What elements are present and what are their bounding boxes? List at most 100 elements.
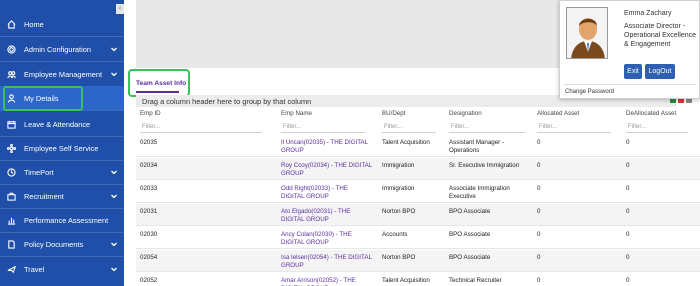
sidebar-item-label: Leave & Attendance [24,119,91,129]
column-header[interactable]: Emp ID [140,110,161,117]
profile-name: Emma Zachary [624,10,672,17]
sidebar-item-employee-management[interactable]: Employee Management [0,62,124,86]
sidebar-item-label: Policy Documents [24,239,84,249]
table-cell: 0 [626,139,630,146]
gear-icon [6,44,16,54]
table-cell: 0 [537,162,541,169]
table-row[interactable]: 02031 Ato Elgado(02031) - THE DIGITAL GRO… [136,204,700,226]
table-cell: 0 [626,162,630,169]
chevron-down-icon [110,240,118,248]
briefcase-icon [6,191,16,201]
table-cell: 02033 [140,185,158,192]
table-cell: 02030 [140,231,158,238]
sidebar-item-employee-self-service[interactable]: Employee Self Service [0,136,124,160]
column-filter-input[interactable]: Filter... [537,124,611,133]
profile-popup: Emma Zachary Associate Director - Operat… [559,0,700,99]
chevron-down-icon [110,192,118,200]
table-row[interactable]: 02035 Il Uncan(02035) - THE DIGITAL GROUP… [136,135,700,157]
table-cell: 02035 [140,139,158,146]
sidebar-item-recruitment[interactable]: Recruitment [0,184,124,208]
table-cell: 0 [537,185,541,192]
sidebar-item-timeport[interactable]: TimePort [0,160,124,184]
my-details-highlight [3,86,83,111]
table-row[interactable]: 02034 Roy Ccoy(02034) - THE DIGITAL GROUP… [136,158,700,180]
clock-icon [6,167,16,177]
table-cell: 0 [626,185,630,192]
network-icon [6,143,16,153]
sidebar-item-leave-attendance[interactable]: Leave & Attendance [0,112,124,136]
employee-name-link[interactable]: Amar Arrison(02052) - THE DIGITAL GROUP [281,277,373,286]
chevron-down-icon [110,168,118,176]
table-cell: BPO Associate [449,231,491,238]
sidebar: ‹ Home Admin Configuration Employee Manage… [0,0,124,286]
column-filter-input[interactable]: Filter... [281,124,365,133]
chevron-down-icon [110,45,118,53]
chart-icon [6,215,16,225]
table-cell: Immigration [382,185,415,192]
sidebar-item-label: Employee Self Service [24,143,99,153]
column-filter-input[interactable]: Filter... [382,124,436,133]
table-cell: Norton BPO [382,208,416,215]
chevron-down-icon [110,265,118,273]
table-cell: 0 [626,254,630,261]
table-cell: Talent Acquisition [382,277,430,284]
sidebar-item-label: Admin Configuration [24,44,91,54]
profile-role: Associate Director - Operational Excelle… [624,23,696,48]
table-cell: Associate Immigration Executive [449,185,510,200]
table-row[interactable]: 02054 Isa Ielsen(02054) - THE DIGITAL GRO… [136,250,700,272]
employee-name-link[interactable]: Il Uncan(02035) - THE DIGITAL GROUP [281,139,373,155]
column-filter-input[interactable]: Filter... [626,124,688,133]
table-cell: 0 [537,139,541,146]
column-filter-input[interactable]: Filter... [449,124,525,133]
exit-button[interactable]: Exit [624,64,642,79]
column-header[interactable]: DeAllocated Asset [626,110,676,117]
employee-name-link[interactable]: Roy Ccoy(02034) - THE DIGITAL GROUP [281,162,373,178]
table-cell: Technical Recruiter [449,277,502,284]
avatar [566,7,608,59]
column-header[interactable]: Allocated Asset [537,110,579,117]
table-cell: 0 [626,277,630,284]
table-row[interactable]: 02030 Ancy Colan(02030) - THE DIGITAL GRO… [136,227,700,249]
active-tab-underline [136,91,179,93]
column-header[interactable]: Emp Name [281,110,312,117]
user-group-icon [6,69,16,79]
document-icon [6,239,16,249]
table-cell: 02031 [140,208,158,215]
table-row[interactable]: 02033 Odd Right(02033) - THE DIGITAL GROU… [136,181,700,203]
table-cell: 0 [537,208,541,215]
table-cell: 02052 [140,277,158,284]
employee-name-link[interactable]: Odd Right(02033) - THE DIGITAL GROUP [281,185,373,201]
table-cell: 0 [626,208,630,215]
employee-name-link[interactable]: Ancy Colan(02030) - THE DIGITAL GROUP [281,231,373,247]
sidebar-item-performance-assessment[interactable]: Performance Assessment [0,208,124,232]
table-cell: 0 [537,277,541,284]
sidebar-item-label: Travel [24,264,45,274]
column-header[interactable]: BU/Dept [382,110,405,117]
table-cell: 02034 [140,162,158,169]
sidebar-item-label: Employee Management [24,69,103,79]
sidebar-item-label: Recruitment [24,191,64,201]
sidebar-item-label: TimePort [24,167,54,177]
table-cell: 02054 [140,254,158,261]
column-filter-input[interactable]: Filter... [140,124,262,133]
sidebar-item-policy-documents[interactable]: Policy Documents [0,232,124,256]
sidebar-item-admin-configuration[interactable]: Admin Configuration [0,37,124,61]
column-header[interactable]: Designation [449,110,482,117]
sidebar-item-travel[interactable]: Travel [0,257,124,281]
tab-team-asset-info[interactable]: Team Asset Info [136,80,186,87]
table-cell: Accounts [382,231,408,238]
table-cell: Immigration [382,162,415,169]
logout-button[interactable]: LogOut [645,64,675,79]
table-cell: 0 [537,231,541,238]
employee-name-link[interactable]: Ato Elgado(02031) - THE DIGITAL GROUP [281,208,373,224]
table-cell: BPO Associate [449,254,491,261]
employee-name-link[interactable]: Isa Ielsen(02054) - THE DIGITAL GROUP [281,254,373,270]
sidebar-item-label: Performance Assessment [24,215,109,225]
chevron-down-icon [110,70,118,78]
change-password-link[interactable]: Change Password [565,89,614,95]
table-cell: 0 [537,254,541,261]
table-cell: Norton BPO [382,254,416,261]
home-icon [6,19,16,29]
table-row[interactable]: 02052 Amar Arrison(02052) - THE DIGITAL G… [136,273,700,286]
sidebar-item-home[interactable]: Home [0,12,124,36]
